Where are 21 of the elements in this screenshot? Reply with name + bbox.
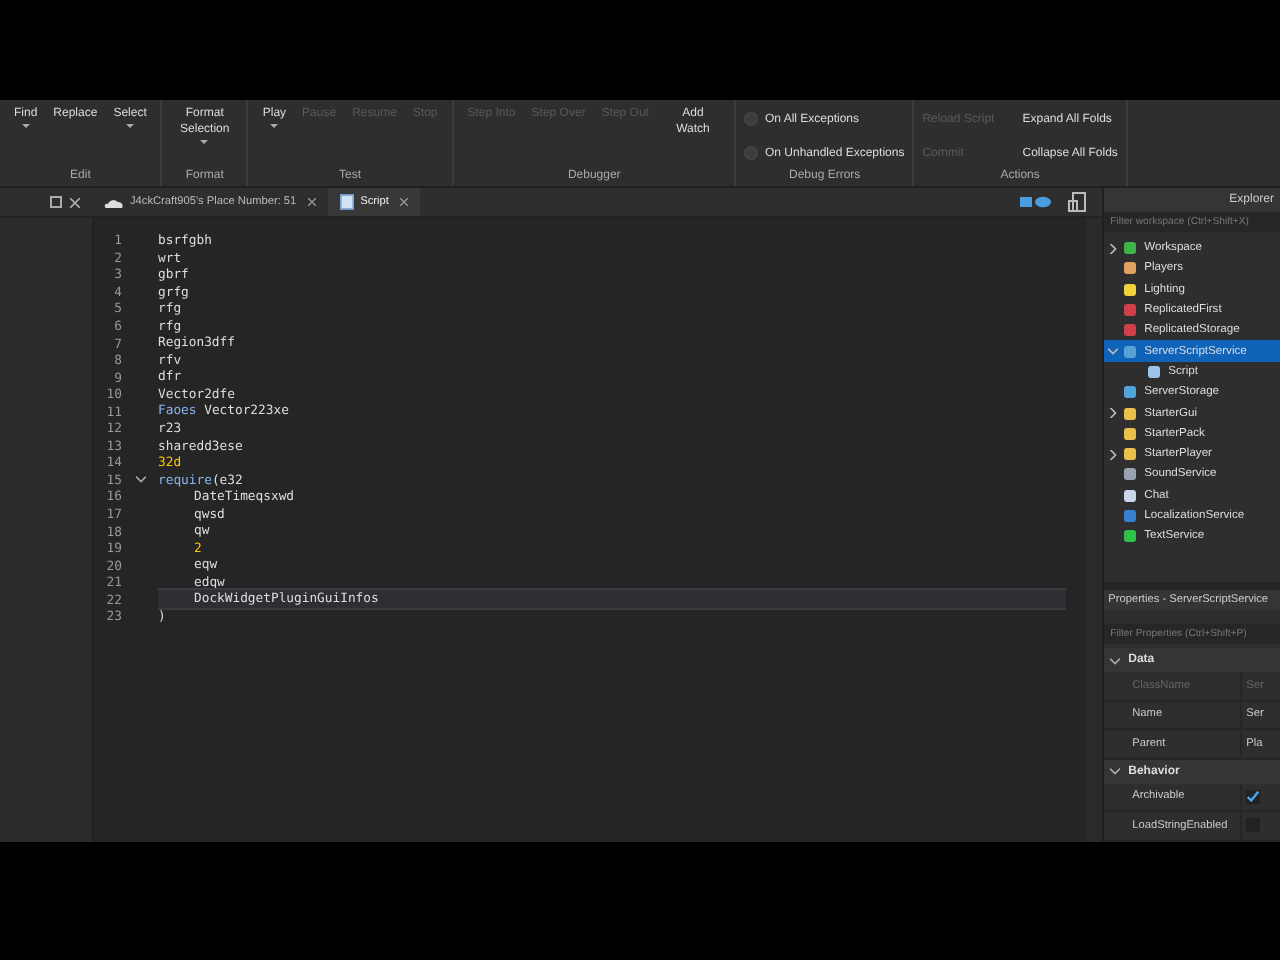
dropdown-caret-icon <box>126 124 135 129</box>
chevron-icon[interactable] <box>1110 766 1121 776</box>
expand-chevron-icon[interactable] <box>1107 408 1118 419</box>
expand-chevron-icon[interactable] <box>1107 449 1118 460</box>
fold-chevron-icon[interactable] <box>135 475 145 484</box>
close-icon[interactable] <box>308 198 317 206</box>
expand-chevron-icon[interactable] <box>1107 243 1118 254</box>
chevron-icon[interactable] <box>1110 655 1121 665</box>
scrollbar[interactable] <box>1086 218 1103 841</box>
checkbox[interactable] <box>1246 789 1261 804</box>
dropdown-caret-icon <box>200 140 209 145</box>
dropdown-caret-icon <box>21 124 30 129</box>
device-icon[interactable] <box>1068 192 1087 212</box>
expand-chevron-icon[interactable] <box>1107 346 1118 357</box>
dropdown-caret-icon <box>270 124 279 129</box>
restore-icon[interactable] <box>50 196 62 208</box>
ui-visibility-icon[interactable] <box>1020 196 1053 208</box>
close-icon[interactable] <box>70 197 80 207</box>
cloud-icon <box>104 196 124 208</box>
close-icon[interactable] <box>400 198 409 206</box>
document-icon <box>340 194 355 210</box>
